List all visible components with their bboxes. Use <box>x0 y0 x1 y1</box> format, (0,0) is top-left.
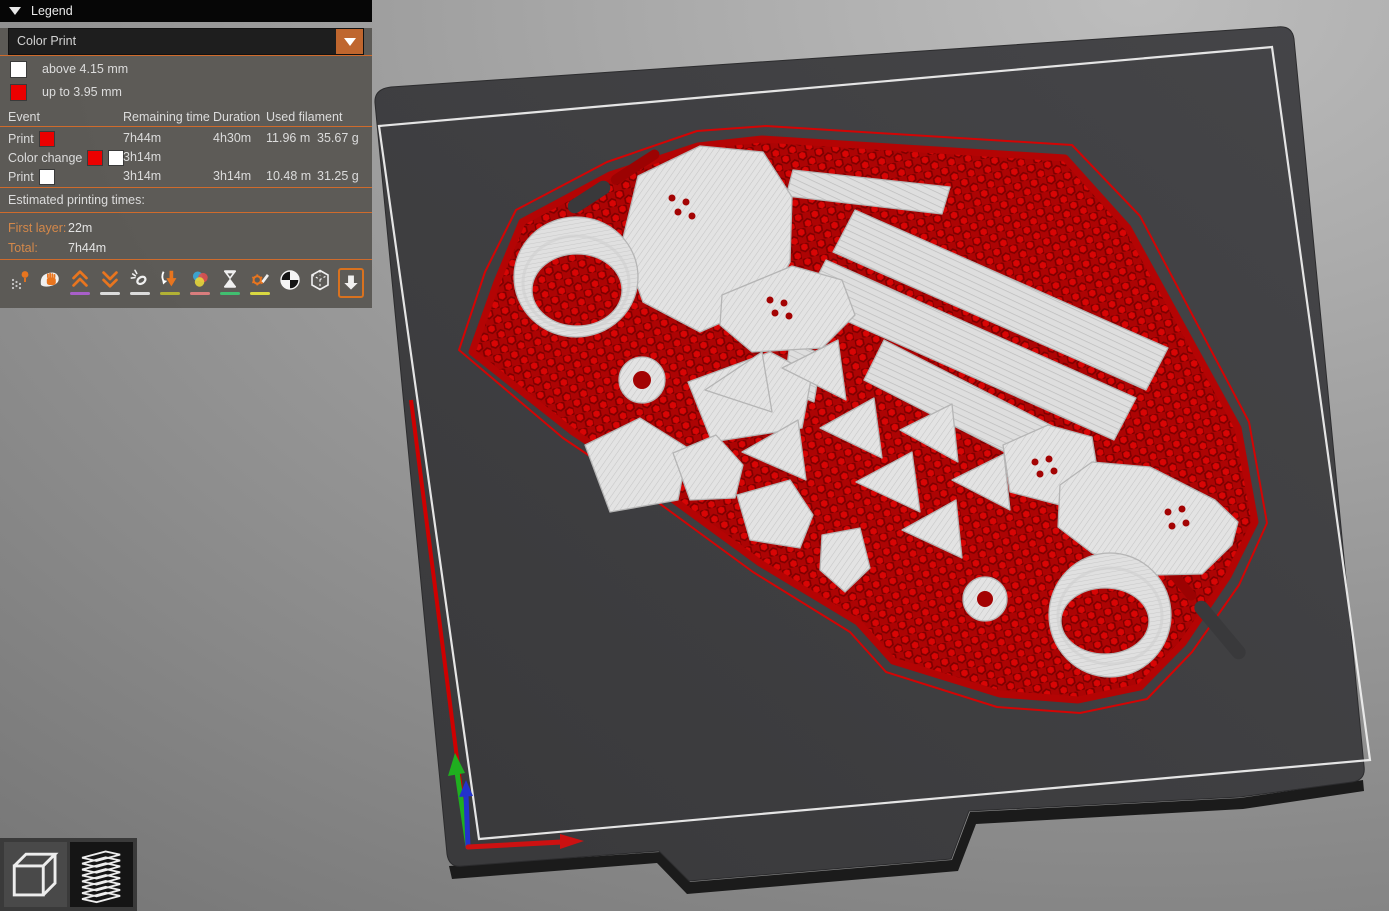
total-value: 7h44m <box>68 241 107 255</box>
used-filament-g: 35.67 g <box>317 131 359 145</box>
view-type-value: Color Print <box>17 34 77 48</box>
total-row: Total: 7h44m <box>0 239 372 259</box>
event-label: Print <box>8 132 34 146</box>
events-table-header: Event Remaining time Duration Used filam… <box>0 109 372 126</box>
col-used-filament: Used filament <box>266 110 343 124</box>
table-row: Print 3h14m 3h14m 10.48 m 31.25 g <box>0 168 372 187</box>
height-range-label: up to 3.95 mm <box>42 85 122 99</box>
legend-panel: Legend Color Print above 4.15 mm up to 3… <box>0 0 372 308</box>
color-changes-underline <box>190 292 210 295</box>
retractions-underline <box>70 292 90 295</box>
col-remaining-time: Remaining time <box>123 110 210 124</box>
height-range-row: above 4.15 mm <box>0 59 372 79</box>
estimated-times-title: Estimated printing times: <box>8 193 145 207</box>
color-swatch <box>10 60 27 78</box>
used-filament-m: 10.48 m <box>266 169 312 183</box>
first-layer-row: First layer: 22m <box>0 219 372 239</box>
first-layer-label: First layer: <box>8 221 67 235</box>
col-duration: Duration <box>213 110 261 124</box>
remaining-time-value: 3h14m <box>123 150 162 164</box>
shells-icon[interactable] <box>308 268 332 298</box>
legend-icon-toolbar <box>0 260 372 300</box>
total-label: Total: <box>8 241 38 255</box>
separator <box>0 55 372 56</box>
wipe-icon[interactable] <box>38 268 62 298</box>
chevron-down-icon <box>343 37 356 46</box>
legend-body: Color Print above 4.15 mm up to 3.95 mm … <box>0 28 372 308</box>
event-color-swatch <box>38 131 55 147</box>
height-range-label: above 4.15 mm <box>42 62 129 76</box>
tool-changes-underline <box>160 292 180 295</box>
view-type-dropdown-button[interactable] <box>336 29 363 54</box>
seams-underline <box>130 292 150 295</box>
tool-changes-icon[interactable] <box>158 268 182 298</box>
duration-value: 4h30m <box>213 131 252 145</box>
pause-prints-underline <box>220 292 240 295</box>
collapse-triangle-icon[interactable] <box>9 7 21 15</box>
pause-prints-icon[interactable] <box>218 268 242 298</box>
deretractions-underline <box>100 292 120 295</box>
gcode-preview-window: Legend Color Print above 4.15 mm up to 3… <box>0 0 1389 911</box>
deretractions-icon[interactable] <box>98 268 122 298</box>
event-label: Color change <box>8 151 83 165</box>
color-changes-icon[interactable] <box>188 268 212 298</box>
table-row: Print 7h44m 4h30m 11.96 m 35.67 g <box>0 130 372 149</box>
height-range-row: up to 3.95 mm <box>0 82 372 102</box>
custom-gcodes-underline <box>250 292 270 295</box>
color-swatch <box>10 83 27 101</box>
first-layer-value: 22m <box>68 221 93 235</box>
event-color-swatch <box>108 150 125 166</box>
separator <box>0 126 372 127</box>
layers-icon <box>81 850 120 903</box>
legend-title: Legend <box>31 4 73 18</box>
view-type-select[interactable]: Color Print <box>8 28 364 55</box>
travels-icon[interactable] <box>8 268 32 298</box>
retractions-icon[interactable] <box>68 268 92 298</box>
view-mode-toolbar <box>0 838 137 911</box>
event-color-swatch <box>87 150 104 166</box>
table-row: Color change 3h14m <box>0 149 372 168</box>
legend-header[interactable]: Legend <box>0 0 372 22</box>
preview-view-button[interactable] <box>70 842 133 907</box>
collapse-legend-icon[interactable] <box>338 268 364 298</box>
col-event: Event <box>8 110 40 124</box>
used-filament-m: 11.96 m <box>266 131 311 145</box>
center-of-gravity-icon[interactable] <box>278 268 302 298</box>
remaining-time-value: 7h44m <box>123 131 162 145</box>
seams-icon[interactable] <box>128 268 152 298</box>
3d-editor-view-button[interactable] <box>4 842 67 907</box>
used-filament-g: 31.25 g <box>317 169 359 183</box>
event-label: Print <box>8 170 34 184</box>
remaining-time-value: 3h14m <box>123 169 162 183</box>
custom-gcodes-icon[interactable] <box>248 268 272 298</box>
separator <box>0 212 372 213</box>
duration-value: 3h14m <box>213 169 252 183</box>
event-color-swatch <box>38 169 55 185</box>
cube-icon <box>12 852 59 896</box>
